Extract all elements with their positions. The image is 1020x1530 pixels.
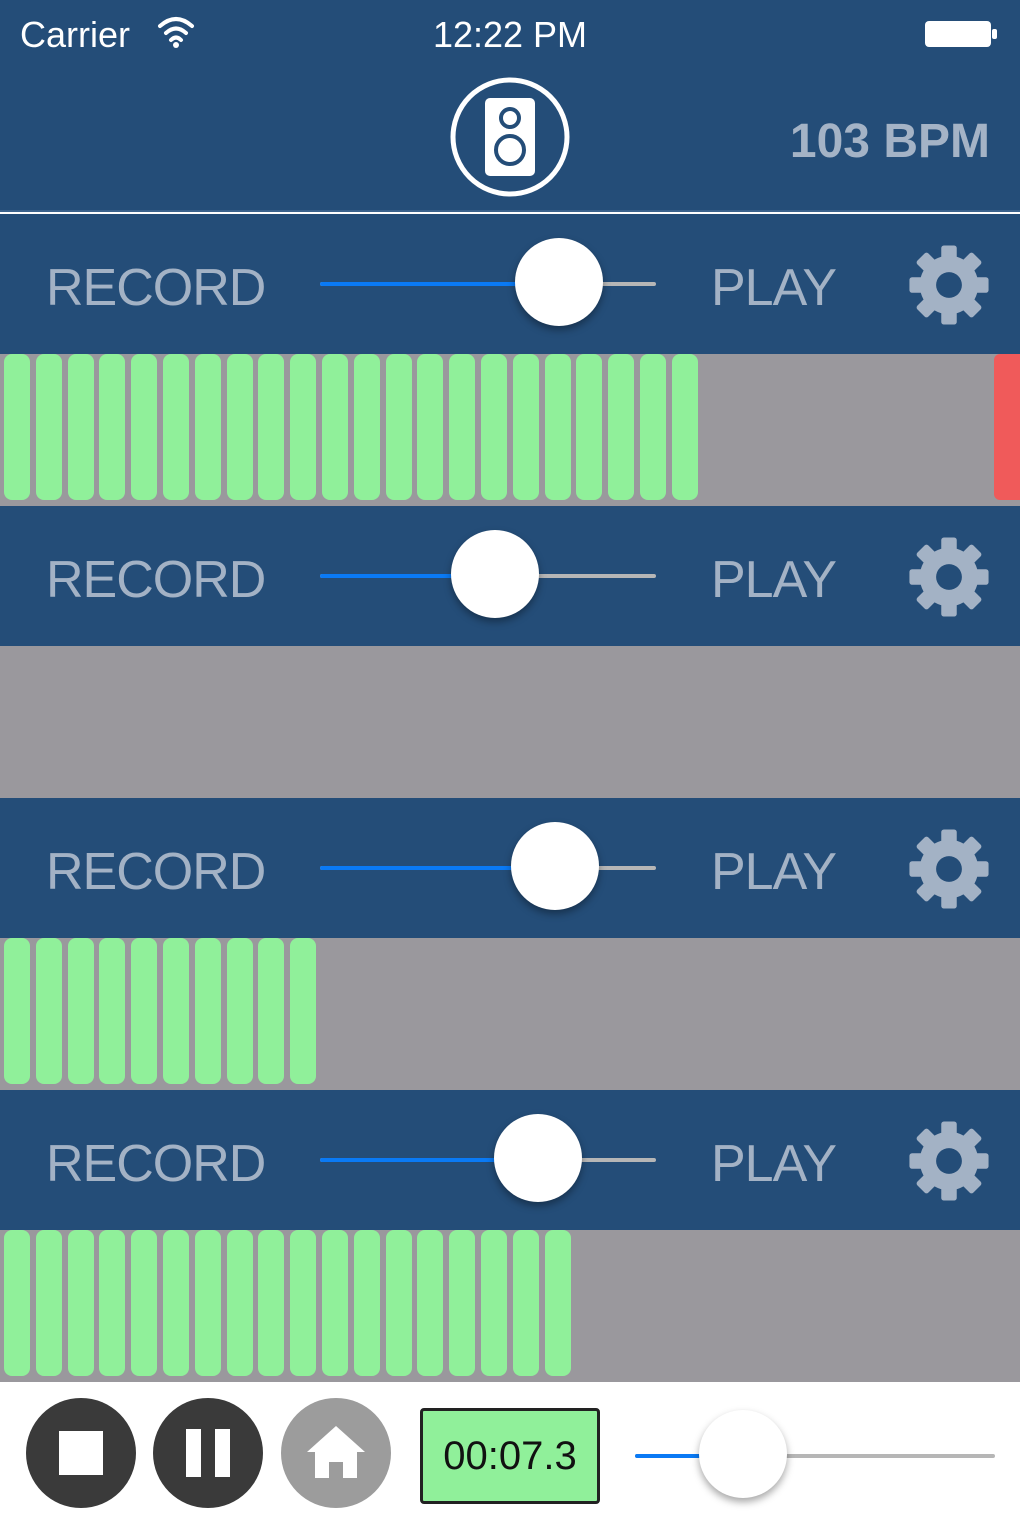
meter-segment xyxy=(131,354,158,500)
meter-segment xyxy=(226,938,253,1084)
app-header: 103 BPM xyxy=(0,72,1020,212)
slider-thumb[interactable] xyxy=(699,1410,787,1498)
home-icon xyxy=(307,1426,365,1478)
meter-segment xyxy=(322,354,348,500)
meter-segment xyxy=(163,938,189,1084)
meter-segment xyxy=(385,354,412,500)
gear-icon[interactable] xyxy=(906,826,992,912)
meter-segment xyxy=(226,354,253,500)
meter-segment xyxy=(67,938,94,1084)
meter-segment xyxy=(353,354,380,500)
meter-segment xyxy=(131,1230,158,1376)
meter-segment xyxy=(258,1230,285,1376)
meter-segment xyxy=(576,354,603,500)
home-button[interactable] xyxy=(281,1398,391,1508)
level-meter-1 xyxy=(0,354,1020,506)
play-label: PLAY xyxy=(711,1135,837,1193)
meter-segment xyxy=(671,354,698,500)
meter-segment xyxy=(4,1230,30,1376)
meter-segment xyxy=(322,1230,348,1376)
play-label: PLAY xyxy=(711,259,837,317)
meter-segment xyxy=(35,938,62,1084)
record-label: RECORD xyxy=(46,259,266,317)
meter-segment xyxy=(194,354,221,500)
elapsed-time-display: 00:07.3 xyxy=(420,1408,600,1504)
meter-segment xyxy=(163,1230,189,1376)
meter-segment xyxy=(258,354,285,500)
meter-segment xyxy=(163,354,189,500)
meter-segment xyxy=(258,938,285,1084)
meter-segment xyxy=(99,938,126,1084)
meter-segment xyxy=(290,938,317,1084)
record-play-slider[interactable] xyxy=(320,1114,656,1202)
clock: 12:22 PM xyxy=(432,14,588,55)
clip-indicator xyxy=(994,354,1020,500)
meter-segment xyxy=(35,1230,62,1376)
gear-icon[interactable] xyxy=(906,1118,992,1204)
meter-segment xyxy=(481,1230,507,1376)
slider-thumb[interactable] xyxy=(494,1114,583,1202)
play-label: PLAY xyxy=(711,551,837,609)
meter-segment xyxy=(290,354,317,500)
level-meter-3 xyxy=(0,938,1020,1090)
meter-segment xyxy=(512,1230,539,1376)
meter-segment xyxy=(194,938,221,1084)
meter-segment xyxy=(544,1230,571,1376)
meter-segment xyxy=(35,354,62,500)
stop-icon xyxy=(59,1431,103,1475)
record-play-slider[interactable] xyxy=(320,238,656,326)
meter-segment xyxy=(67,1230,94,1376)
track-controls-4: RECORD PLAY xyxy=(0,1090,1020,1230)
gear-icon[interactable] xyxy=(906,242,992,328)
meter-segment xyxy=(481,354,507,500)
track-controls-2: RECORD PLAY xyxy=(0,506,1020,646)
meter-segment xyxy=(449,1230,476,1376)
record-label: RECORD xyxy=(46,1135,266,1193)
meter-segment xyxy=(131,938,158,1084)
track-controls-3: RECORD PLAY xyxy=(0,798,1020,938)
battery-icon xyxy=(925,21,997,47)
record-play-slider[interactable] xyxy=(320,822,656,910)
meter-segment xyxy=(353,1230,380,1376)
position-slider[interactable] xyxy=(635,1410,995,1498)
meter-segment xyxy=(512,354,539,500)
record-label: RECORD xyxy=(46,843,266,901)
meter-segment xyxy=(194,1230,221,1376)
slider-thumb[interactable] xyxy=(514,238,603,326)
meter-segment xyxy=(99,354,126,500)
meter-segment xyxy=(385,1230,412,1376)
meter-segment xyxy=(449,354,476,500)
meter-segment xyxy=(226,1230,253,1376)
meter-segment xyxy=(67,354,94,500)
speaker-icon[interactable] xyxy=(449,76,571,198)
slider-thumb[interactable] xyxy=(511,822,600,910)
meter-segment xyxy=(417,354,444,500)
pause-icon xyxy=(186,1429,230,1477)
transport-bar: 00:07.3 xyxy=(0,1384,1020,1530)
record-label: RECORD xyxy=(46,551,266,609)
gear-icon[interactable] xyxy=(906,534,992,620)
track-controls-1: RECORD PLAY xyxy=(0,214,1020,354)
play-label: PLAY xyxy=(711,843,837,901)
meter-segment xyxy=(4,354,30,500)
status-bar: Carrier 12:22 PM xyxy=(0,0,1020,72)
record-play-slider[interactable] xyxy=(320,530,656,618)
meter-segment xyxy=(417,1230,444,1376)
meter-segment xyxy=(99,1230,126,1376)
meter-segment xyxy=(290,1230,317,1376)
level-meter-2 xyxy=(0,646,1020,798)
meter-segment xyxy=(640,354,666,500)
slider-thumb[interactable] xyxy=(450,530,539,618)
meter-segment xyxy=(4,938,30,1084)
meter-segment xyxy=(608,354,635,500)
pause-button[interactable] xyxy=(153,1398,263,1508)
stop-button[interactable] xyxy=(26,1398,136,1508)
level-meter-4 xyxy=(0,1230,1020,1382)
meter-segment xyxy=(544,354,571,500)
bpm-display: 103 BPM xyxy=(789,115,990,168)
